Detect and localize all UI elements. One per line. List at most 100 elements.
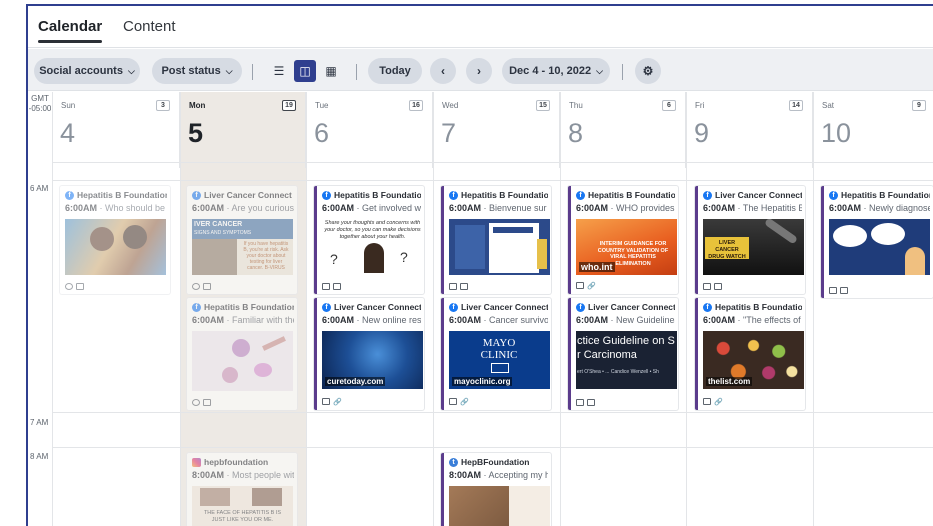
post-thumbnail (192, 331, 293, 391)
post-card[interactable]: tHepBFoundation 8:00AM · Accepting my he… (441, 453, 551, 526)
post-thumbnail: thelist.com (703, 331, 804, 389)
grid-line (52, 162, 933, 163)
post-account: f Hepatitis B Foundation (322, 190, 421, 200)
month-view-icon[interactable]: ▦ (320, 60, 342, 82)
grid-line (686, 92, 687, 526)
settings-button[interactable]: ⚙ (635, 58, 661, 84)
week-view-icon[interactable]: ◫ (294, 60, 316, 82)
chevron-left-icon: ‹ (441, 64, 445, 78)
account-name: Liver Cancer Connect (461, 302, 548, 312)
grid-line (180, 92, 181, 526)
image-icon (333, 283, 341, 290)
virus-shape (262, 336, 286, 351)
post-card[interactable]: f Hepatitis B Foundation 6:00AM · Newly d… (821, 186, 933, 298)
time-label-6am: 6 AM (30, 184, 49, 193)
timezone-label: GMT -05:00 (28, 94, 52, 114)
post-status-dropdown[interactable]: Post status ⌵ (152, 58, 242, 84)
post-preview: 6:00AM · Familiar with the (192, 315, 294, 325)
day-header-wed[interactable]: Wed 7 15 (433, 92, 560, 168)
next-week-button[interactable]: › (466, 58, 492, 84)
day-name: Thu (569, 101, 583, 110)
day-name: Wed (442, 101, 459, 110)
post-status-icons: 🔗 (322, 398, 342, 406)
post-thumbnail: LIVER CANCER DRUG WATCH (703, 219, 804, 275)
thumbnail-subtitle: SIGNS AND SYMPTOMS (194, 230, 252, 236)
time-label-8am: 8 AM (30, 452, 49, 461)
post-account: f Hepatitis B Foundation (65, 190, 167, 200)
thumbnail-brand: MAYO CLINIC (480, 337, 518, 361)
post-preview: 6:00AM · The Hepatitis B Foundation (703, 203, 802, 213)
post-card[interactable]: hepbfoundation 8:00AM · Most people with… (187, 453, 297, 526)
post-thumbnail: ctice Guideline on S r Carcinoma ert O'S… (576, 331, 677, 389)
post-thumbnail (449, 486, 550, 526)
post-preview: 8:00AM · Accepting my hepatitis (449, 470, 548, 480)
day-header-sat[interactable]: Sat 10 9 (813, 92, 933, 168)
day-header-fri[interactable]: Fri 9 14 (686, 92, 813, 168)
post-preview: 6:00AM · New online resource (322, 315, 421, 325)
question-mark-icon: ? (330, 251, 338, 267)
thumbnail-text: LIVER CANCER DRUG WATCH (708, 240, 746, 260)
virus-shape (222, 367, 238, 383)
post-card[interactable]: f Hepatitis B Foundation 6:00AM · Who sho… (60, 186, 170, 294)
account-name: Liver Cancer Connect (334, 302, 421, 312)
day-name: Sun (61, 101, 76, 110)
post-card[interactable]: f Hepatitis B Foundation 6:00AM · Get inv… (314, 186, 424, 294)
post-status-icons: 🔗 (449, 398, 469, 406)
tab-content[interactable]: Content (123, 18, 176, 35)
post-card[interactable]: f Hepatitis B Foundation 6:00AM · "The ef… (695, 298, 805, 410)
day-header-sun[interactable]: Sun 4 3 (52, 92, 180, 168)
image-icon (203, 283, 211, 290)
post-thumbnail: IVER CANCER SIGNS AND SYMPTOMS If you ha… (192, 219, 293, 275)
day-header-thu[interactable]: Thu 8 6 (560, 92, 686, 168)
post-card[interactable]: f Hepatitis B Foundation 6:00AM · WHO pro… (568, 186, 678, 294)
previous-week-button[interactable]: ‹ (430, 58, 456, 84)
calendar-icon (322, 398, 330, 405)
date-range-label: Dec 4 - 10, 2022 (509, 65, 592, 77)
post-card[interactable]: f Hepatitis B Foundation 6:00AM · Bienven… (441, 186, 551, 294)
account-name: Liver Cancer Connect (588, 302, 675, 312)
image-icon (587, 399, 595, 406)
post-time: 6:00AM (576, 315, 609, 325)
account-name: Hepatitis B Foundation (715, 302, 802, 312)
image-icon (714, 283, 722, 290)
post-preview: 6:00AM · WHO provides guidance (576, 203, 675, 213)
facebook-icon: f (192, 302, 201, 312)
divider (622, 64, 623, 80)
post-card[interactable]: f Liver Cancer Connect 6:00AM · New Guide… (568, 298, 678, 410)
chevron-down-icon: ⌵ (225, 65, 233, 76)
post-account: f Liver Cancer Connect (703, 190, 802, 200)
post-snippet: · New Guidelines (608, 315, 675, 325)
post-account: f Liver Cancer Connect (322, 302, 421, 312)
account-name: hepbfoundation (204, 457, 269, 467)
post-preview: 6:00AM · Who should be vaccinated (65, 203, 167, 213)
day-name: Mon (189, 101, 206, 110)
post-snippet: · The Hepatitis B Foundation (737, 203, 802, 213)
post-card[interactable]: f Liver Cancer Connect 6:00AM · Are you c… (187, 186, 297, 294)
day-number: 10 (821, 118, 852, 148)
account-name: Hepatitis B Foundation (461, 190, 548, 200)
account-name: Hepatitis B Foundation (334, 190, 421, 200)
social-accounts-dropdown[interactable]: Social accounts ⌵ (34, 58, 140, 84)
post-card[interactable]: f Hepatitis B Foundation 6:00AM · Familia… (187, 298, 297, 410)
post-card[interactable]: f Liver Cancer Connect 6:00AM · The Hepat… (695, 186, 805, 294)
post-time: 8:00AM (449, 470, 482, 480)
post-thumbnail: THE FACE OF HEPATITIS B IS JUST LIKE YOU… (192, 486, 293, 526)
calendar-icon (703, 283, 711, 290)
grid-line (306, 92, 307, 526)
timezone-offset: -05:00 (28, 104, 52, 113)
day-header-tue[interactable]: Tue 6 16 (306, 92, 433, 168)
post-card[interactable]: f Liver Cancer Connect 6:00AM · New onlin… (314, 298, 424, 410)
post-time: 6:00AM (449, 315, 482, 325)
post-time: 6:00AM (192, 203, 225, 213)
post-card[interactable]: f Liver Cancer Connect 6:00AM · Cancer su… (441, 298, 551, 410)
calendar-icon (703, 398, 711, 405)
day-header-mon[interactable]: Mon 5 19 (180, 92, 306, 168)
date-range-picker[interactable]: Dec 4 - 10, 2022 ⌵ (502, 58, 610, 84)
person-shape (123, 225, 147, 249)
question-mark-icon: ? (400, 249, 408, 265)
post-time: 8:00AM (192, 470, 225, 480)
list-view-icon[interactable]: ☰ (268, 60, 290, 82)
today-button[interactable]: Today (368, 58, 422, 84)
tab-calendar[interactable]: Calendar (38, 18, 103, 43)
post-time: 6:00AM (829, 203, 862, 213)
